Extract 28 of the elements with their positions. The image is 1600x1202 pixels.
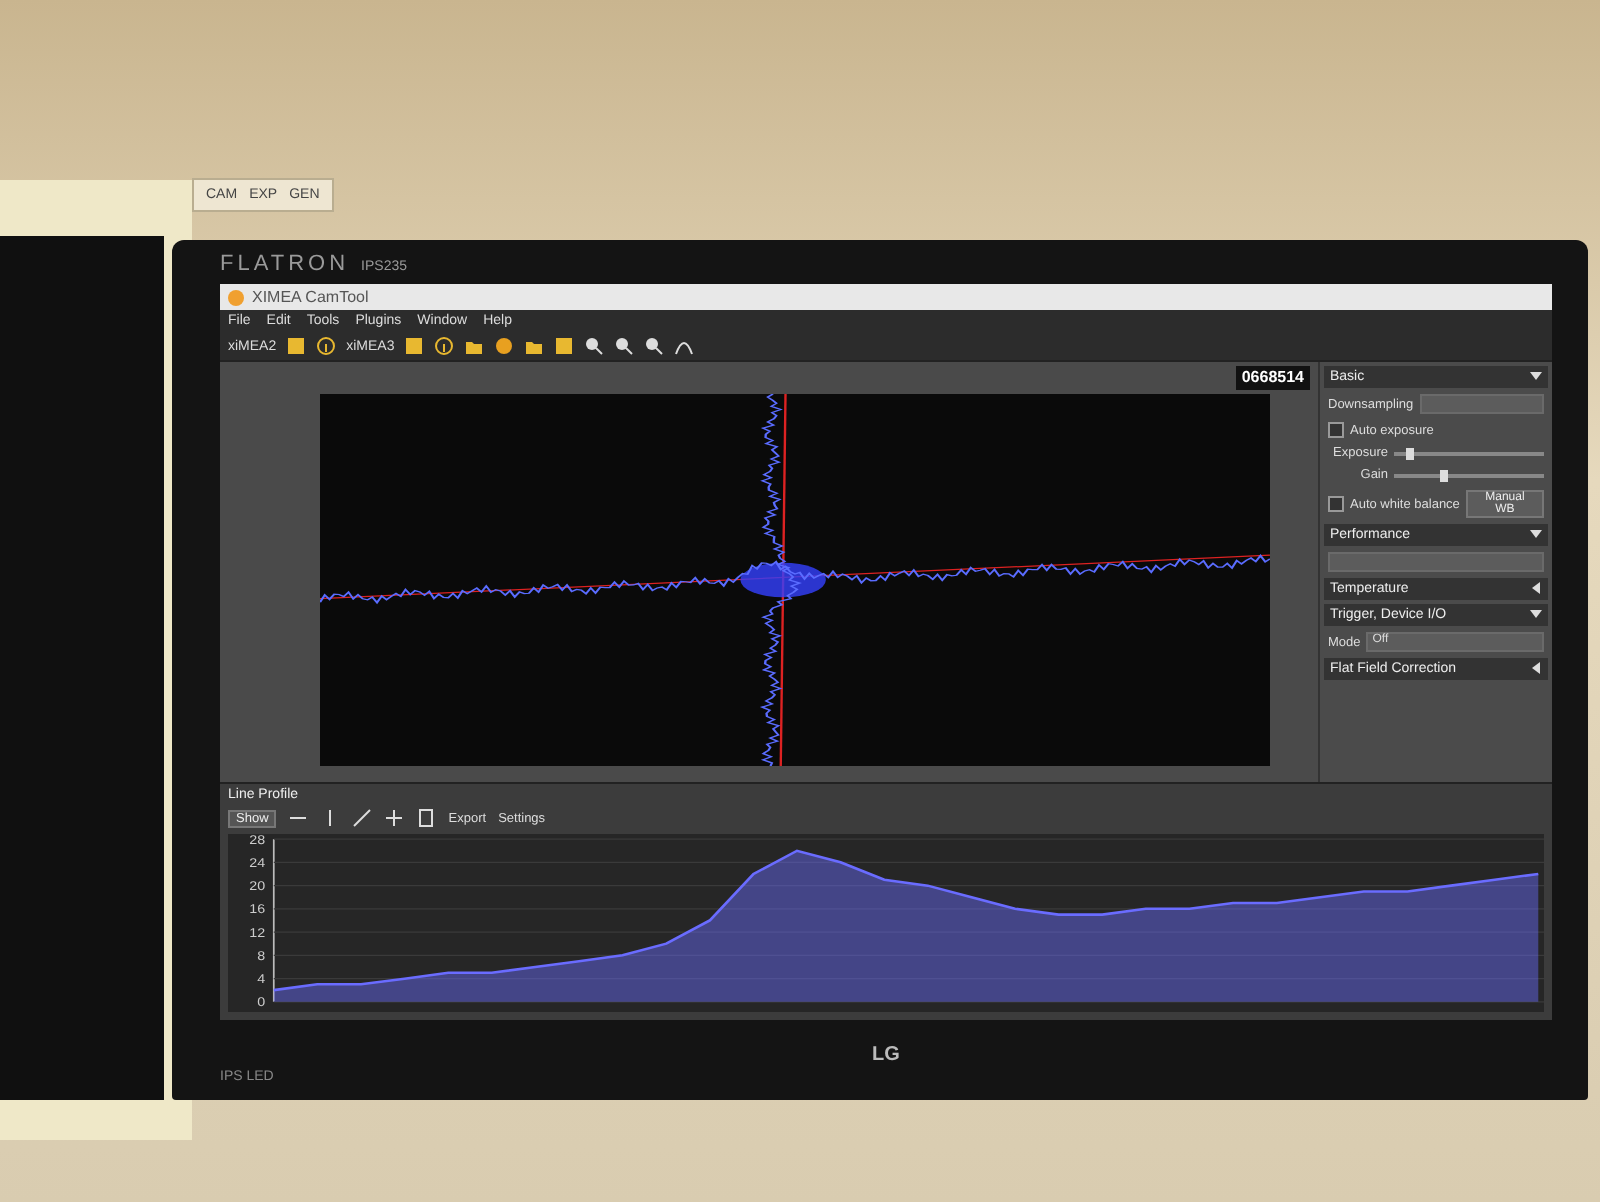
checkbox[interactable] [1328,496,1344,512]
zoom-icon[interactable] [584,336,605,356]
diagonal-line-icon[interactable] [352,808,373,828]
zoom-in-icon[interactable] [614,336,635,356]
monitor-brand: FLATRON [220,252,350,276]
expanded-arrow-icon[interactable] [1530,608,1542,620]
window-title: XIMEA CamTool [252,288,369,306]
folder-icon[interactable] [524,336,545,356]
checkbox[interactable] [1328,422,1344,438]
zoom-out-icon[interactable] [644,336,665,356]
curve-icon[interactable] [674,336,695,356]
app-icon [228,289,244,305]
monitor-logo: LG [872,1043,900,1065]
expanded-arrow-icon[interactable] [1530,528,1542,540]
slider-thumb[interactable] [1406,447,1414,459]
slider-thumb[interactable] [1439,469,1447,481]
info-icon[interactable] [434,336,455,356]
plus-icon[interactable] [384,808,405,828]
collapsed-arrow-icon[interactable] [1530,582,1542,594]
collapsed-arrow-icon[interactable] [1530,662,1542,674]
save-icon[interactable] [554,336,575,356]
document-icon[interactable] [416,808,437,828]
square-icon[interactable] [404,336,425,356]
folder-icon[interactable] [464,336,485,356]
info-icon[interactable] [316,336,337,356]
frame-counter: 0668514 [1235,366,1310,390]
square-icon[interactable] [286,336,307,356]
expanded-arrow-icon[interactable] [1530,370,1542,382]
